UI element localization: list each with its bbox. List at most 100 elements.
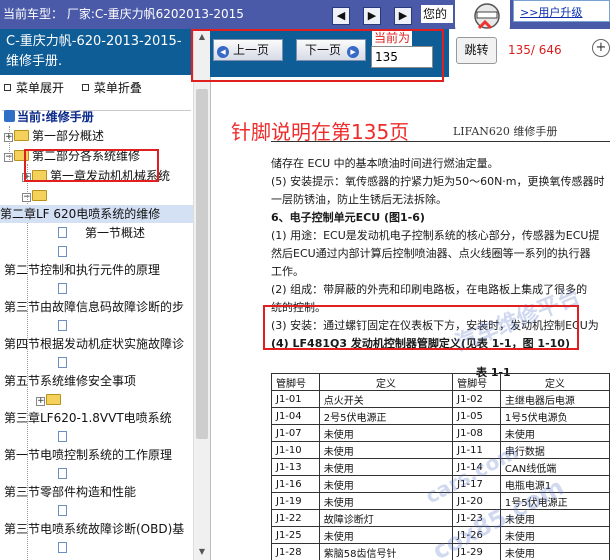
nav-back-button[interactable]: ◀ — [332, 7, 350, 25]
nav-forward-button[interactable]: ▶ — [363, 7, 381, 25]
tree-item-doc[interactable] — [58, 317, 67, 335]
tree-item-part2[interactable]: − 第二部分各系统维修 — [4, 147, 140, 165]
doc-paragraph: (5) 安装提示：氧传感器的拧紧力矩为50～60N·m，更换氧传感器时 — [271, 175, 605, 188]
menu-collapse-button[interactable]: 菜单折叠 — [81, 79, 142, 96]
table-cell: J1-01 — [271, 390, 320, 408]
table-cell: J1-25 — [271, 526, 320, 544]
arrow-right-icon: ▶ — [347, 46, 360, 58]
table-cell: J1-05 — [452, 407, 501, 425]
tree-item-ch3-obd[interactable]: 第三节电喷系统故障诊断(OBD)基 — [4, 520, 184, 538]
document-icon — [58, 227, 67, 238]
menu-collapse-label: 菜单折叠 — [93, 81, 142, 95]
menu-expand-button[interactable]: 菜单展开 — [4, 79, 64, 96]
document-icon — [58, 357, 67, 368]
tree-item-sec4[interactable]: 第四节根据发动机症状实施故障诊 — [4, 335, 184, 353]
zoom-in-icon[interactable]: + — [592, 39, 610, 57]
table-cell: 主继电器后电源 — [499, 390, 610, 408]
table-cell: 1号5伏电源负 — [499, 407, 610, 425]
tree-item-ch3-sec3[interactable]: 第三节零部件构造和性能 — [4, 483, 136, 501]
tree-item-label: 第三章LF620-1.8VVT电喷系统 — [4, 411, 172, 425]
app-window: 当前车型： 厂家:C-重庆力帆6202013-2015 ◀ ▶ ▶ 您的 >>用… — [0, 0, 610, 560]
table-cell: 点火开关 — [318, 390, 454, 408]
tree-item-label: 第一部分概述 — [32, 129, 105, 143]
tree-item-ch2[interactable]: 第二章LF 620电喷系统的维修 — [0, 205, 193, 223]
tree-item-label: 第三节电喷系统故障诊断(OBD)基 — [4, 522, 185, 536]
doc-heading: 6、电子控制单元ECU (图1-6) — [271, 211, 425, 224]
table-cell: 未使用 — [318, 441, 454, 459]
doc-paragraph: 然后ECU通过内部计算后控制喷油器、点火线圈等一系列的执行器 — [271, 247, 591, 260]
viewer-toolbar: ◀ 上一页 下一页 ▶ 当前为 跳转 135/ 646 + — [210, 29, 610, 77]
table-cell: J1-07 — [271, 424, 320, 442]
table-cell: J1-28 — [271, 543, 320, 560]
tree-item-doc[interactable] — [58, 243, 67, 261]
tree-item-label: 第二节控制和执行元件的原理 — [4, 263, 161, 277]
current-page-label: 当前为 — [372, 29, 413, 46]
user-upgrade-link[interactable]: >>用户升级 — [513, 0, 610, 22]
tree-item-ch3-sec1[interactable]: 第一节电喷控制系统的工作原理 — [4, 446, 172, 464]
collapse-minus-icon: − — [4, 152, 13, 162]
folder-open-icon — [32, 190, 47, 201]
table-cell: 2号5伏电源正 — [318, 407, 454, 425]
document-icon — [58, 431, 67, 442]
document-icon — [58, 505, 67, 516]
tree-item-sec3[interactable]: 第三节由故障信息码故障诊断的步 — [4, 298, 184, 316]
doc-paragraph-pin-def: (4) LF481Q3 发动机控制器管脚定义(见表 1-1，图 1-10) — [271, 337, 570, 350]
next-page-label: 下一页 — [305, 43, 342, 57]
tree-item-ch3[interactable]: 第三章LF620-1.8VVT电喷系统 — [4, 409, 172, 427]
top-bar: 当前车型： 厂家:C-重庆力帆6202013-2015 ◀ ▶ ▶ 您的 >>用… — [0, 0, 610, 36]
sidebar-scrollbar[interactable]: ▲ ▼ — [193, 29, 210, 560]
tree-item-part1[interactable]: + 第一部分概述 — [4, 127, 104, 145]
table-cell: J1-10 — [271, 441, 320, 459]
double-arrow-icon: ▶ — [367, 9, 377, 22]
tree-root-label: 当前:维修手册 — [17, 110, 94, 124]
greeting-text: 您的 — [421, 5, 453, 23]
scroll-down-icon[interactable]: ▼ — [194, 544, 210, 560]
prev-page-button[interactable]: ◀ 上一页 — [213, 39, 283, 61]
tree-item-sec5[interactable]: 第五节系统维修安全事项 — [4, 372, 136, 390]
doc-paragraph: 一层防锈油，防止生锈后无法拆除。 — [271, 193, 447, 206]
pin-table: 管脚号 定义 管脚号 定义 J1-01 点火开关 J1-02 主继电器后电源 J1-0… — [271, 373, 610, 560]
tree-item-doc[interactable] — [58, 428, 67, 446]
table-header: 定义 — [499, 373, 610, 391]
table-header-row: 管脚号 定义 管脚号 定义 — [271, 373, 610, 391]
tree-item-label: 第三节零部件构造和性能 — [4, 485, 137, 499]
page-count: 135/ 646 — [508, 43, 562, 57]
user-upgrade-label: >>用户升级 — [520, 6, 583, 19]
scroll-thumb[interactable] — [196, 89, 208, 439]
tree-item-label: 第一章发动机机械系统 — [50, 169, 171, 183]
doc-paragraph: (3) 安装：通过螺钉固定在仪表板下方，安装时，发动机控制ECU为 — [271, 319, 599, 332]
tree-item-doc[interactable] — [58, 502, 67, 520]
tree-item-label: 第五节系统维修安全事项 — [4, 374, 137, 388]
tree-item-sec2[interactable]: 第二节控制和执行元件的原理 — [4, 261, 160, 279]
table-cell: 未使用 — [318, 424, 454, 442]
toolbar-right: 跳转 135/ 646 + — [449, 29, 610, 77]
table-row: J1-13 未使用 J1-14 CAN线低端 — [271, 458, 610, 476]
table-cell: J1-08 — [452, 424, 501, 442]
tree-root[interactable]: 当前:维修手册 — [4, 108, 94, 126]
tree-item-ch2-toggle[interactable]: − — [22, 187, 50, 205]
next-page-button[interactable]: 下一页 ▶ — [296, 39, 366, 61]
book-title: C-重庆力帆-620-2013-2015- 维修手册. — [0, 29, 193, 75]
expand-plus-icon: + — [4, 132, 13, 142]
table-cell: 未使用 — [499, 526, 610, 544]
tree-item-doc[interactable] — [58, 280, 67, 298]
book-icon — [4, 110, 15, 122]
chapter-tree: 当前:维修手册 + 第一部分概述 − 第二部分各系统维修 + 第一章发动机机械系统 −… — [0, 110, 193, 560]
tree-item-doc[interactable] — [58, 465, 67, 483]
tree-item-doc[interactable] — [58, 539, 67, 557]
table-row: J1-04 2号5伏电源正 J1-05 1号5伏电源负 — [271, 407, 610, 425]
tree-item-sec1[interactable]: 第一节概述 — [58, 224, 145, 242]
tree-item-ch3-toggle[interactable]: + — [36, 391, 64, 409]
tree-item-label: 第二部分各系统维修 — [32, 149, 141, 163]
jump-button[interactable]: 跳转 — [456, 37, 497, 64]
page-number-input[interactable] — [371, 46, 433, 68]
square-icon — [4, 84, 11, 91]
expand-plus-icon: + — [22, 172, 31, 182]
tree-item-label: 第四节根据发动机症状实施故障诊 — [4, 337, 185, 351]
manual-title: LIFAN620 维修手册 — [453, 125, 558, 138]
tree-item-ch1[interactable]: + 第一章发动机机械系统 — [22, 167, 170, 185]
scroll-up-icon[interactable]: ▲ — [194, 29, 210, 45]
nav-end-button[interactable]: ▶ — [394, 7, 412, 25]
tree-item-doc[interactable] — [58, 354, 67, 372]
arrow-left-icon: ◀ — [217, 46, 229, 58]
